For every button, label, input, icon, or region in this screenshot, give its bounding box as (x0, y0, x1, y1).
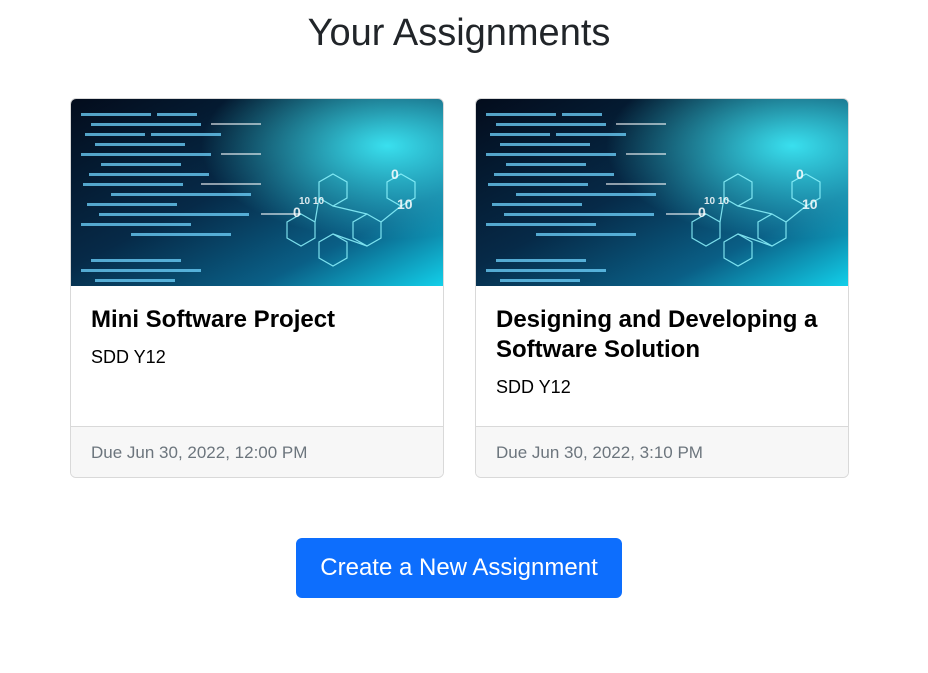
card-body: Mini Software Project SDD Y12 (91, 305, 431, 369)
assignment-due-date: Due Jun 30, 2022, 3:10 PM (496, 443, 703, 462)
assignment-class: SDD Y12 (496, 377, 571, 397)
create-assignment-button[interactable]: Create a New Assignment (296, 538, 622, 598)
card-footer: Due Jun 30, 2022, 3:10 PM (476, 426, 848, 477)
assignment-card[interactable]: Mini Software Project SDD Y12 Due Jun 30… (70, 98, 444, 478)
card-body: Designing and Developing a Software Solu… (496, 305, 836, 399)
page-title: Your Assignments (307, 12, 611, 54)
assignment-cover-image (476, 99, 848, 286)
assignment-title: Designing and Developing a Software Solu… (496, 306, 818, 363)
assignment-due-date: Due Jun 30, 2022, 12:00 PM (91, 443, 308, 462)
assignment-class: SDD Y12 (91, 347, 166, 367)
card-footer: Due Jun 30, 2022, 12:00 PM (71, 426, 443, 477)
assignment-list: Mini Software Project SDD Y12 Due Jun 30… (70, 98, 850, 478)
assignment-cover-image (71, 99, 443, 286)
assignment-title: Mini Software Project (91, 306, 336, 333)
assignment-card[interactable]: Designing and Developing a Software Solu… (475, 98, 849, 478)
